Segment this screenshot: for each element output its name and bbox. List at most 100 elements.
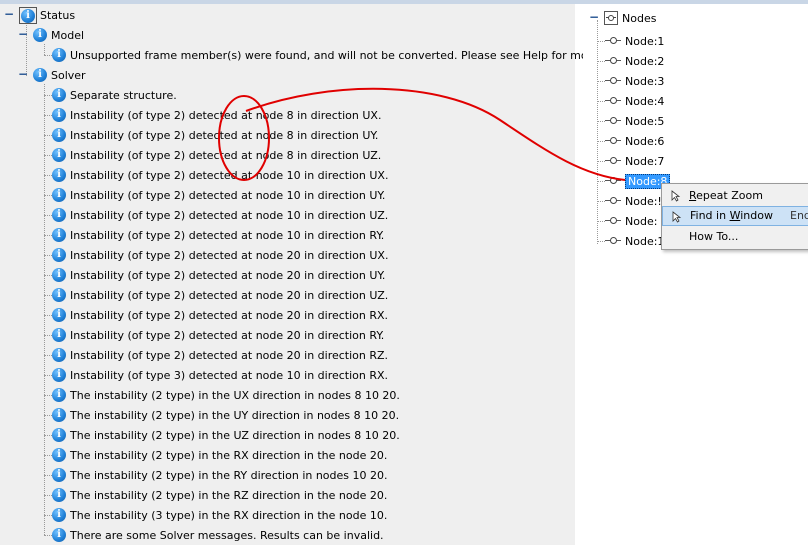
node-label: Node:1 (625, 35, 665, 48)
info-icon: i (52, 488, 66, 502)
tree-guide (597, 61, 605, 62)
tree-item-node[interactable]: Node:1 (605, 232, 664, 252)
tree-item-node[interactable]: Node:3 (605, 72, 664, 92)
tree-guide (44, 495, 52, 496)
tree-item-solver-message[interactable]: i Instability (of type 2) detected at nod… (52, 146, 381, 166)
info-icon: i (52, 468, 66, 482)
message-text: Instability (of type 2) detected at node… (70, 269, 386, 282)
info-icon: i (33, 68, 47, 82)
tree-guide (44, 195, 52, 196)
info-icon: i (52, 428, 66, 442)
tree-guide (44, 235, 52, 236)
tree-item-solver-message[interactable]: i Instability (of type 2) detected at nod… (52, 286, 388, 306)
tree-guide (44, 135, 52, 136)
tree-guide (44, 355, 52, 356)
context-menu: Repeat Zoom Selected Find in Window End … (661, 183, 808, 250)
info-icon: i (52, 328, 66, 342)
tree-guide (44, 115, 52, 116)
message-text: Instability (of type 2) detected at node… (70, 209, 389, 222)
tree-guide (44, 515, 52, 516)
tree-item-solver-message[interactable]: i Separate structure. (52, 86, 177, 106)
tree-item-solver-message[interactable]: i The instability (2 type) in the RZ dire… (52, 486, 387, 506)
message-text: Instability (of type 2) detected at node… (70, 149, 382, 162)
info-icon: i (52, 208, 66, 222)
tree-label: Solver (51, 69, 86, 82)
tree-item-solver-message[interactable]: i Instability (of type 2) detected at nod… (52, 106, 381, 126)
info-icon: i (19, 6, 37, 24)
tree-item-solver-message[interactable]: i The instability (2 type) in the RX dire… (52, 446, 387, 466)
tree-item-node[interactable]: Node:! (605, 192, 662, 212)
collapse-icon[interactable]: − (18, 68, 28, 80)
tree-item-node[interactable]: Node:1 (605, 32, 664, 52)
tree-item-node[interactable]: Node: (605, 212, 657, 232)
tree-guide (44, 535, 52, 536)
tree-item-solver-message[interactable]: i The instability (2 type) in the UX dire… (52, 386, 400, 406)
tree-item-node[interactable]: Node:4 (605, 92, 664, 112)
tree-item-solver-message[interactable]: i Instability (of type 3) detected at nod… (52, 366, 388, 386)
collapse-icon[interactable]: − (4, 8, 14, 20)
tree-item-solver-message[interactable]: i Instability (of type 2) detected at nod… (52, 326, 384, 346)
info-icon: i (52, 128, 66, 142)
collapse-icon[interactable]: − (18, 28, 28, 40)
tree-item-solver-message[interactable]: i Instability (of type 2) detected at nod… (52, 266, 385, 286)
node-icon (605, 236, 621, 246)
collapse-icon[interactable]: − (589, 11, 599, 23)
message-text: Instability (of type 2) detected at node… (70, 329, 385, 342)
tree-item-solver-message[interactable]: i Instability (of type 2) detected at nod… (52, 246, 388, 266)
menu-label: How To... (689, 230, 739, 243)
tree-guide (44, 375, 52, 376)
message-text: Instability (of type 2) detected at node… (70, 309, 389, 322)
message-text: The instability (2 type) in the RY direc… (70, 469, 388, 482)
node-icon (605, 196, 621, 206)
tree-item-solver-message[interactable]: i The instability (2 type) in the RY dire… (52, 466, 388, 486)
tree-item-solver-message[interactable]: i Instability (of type 2) detected at nod… (52, 126, 378, 146)
tree-guide (597, 241, 605, 242)
tree-item-solver-message[interactable]: i The instability (2 type) in the UZ dire… (52, 426, 400, 446)
tree-item-node[interactable]: Node:5 (605, 112, 664, 132)
info-icon: i (52, 528, 66, 542)
info-icon: i (52, 348, 66, 362)
tree-item-solver-message[interactable]: i The instability (3 type) in the RX dire… (52, 506, 387, 526)
tree-item-model-message[interactable]: i Unsupported frame member(s) were found,… (52, 46, 669, 66)
menu-label-pre: Find in (690, 209, 730, 222)
menu-item-how-to[interactable]: How To... (662, 227, 808, 247)
message-text: Instability (of type 2) detected at node… (70, 109, 382, 122)
info-icon: i (52, 308, 66, 322)
tree-guide (44, 255, 52, 256)
message-text: Instability (of type 3) detected at node… (70, 369, 389, 382)
tree-item-solver-message[interactable]: i There are some Solver messages. Results… (52, 526, 384, 546)
tree-guide (44, 315, 52, 316)
tree-guide (44, 435, 52, 436)
tree-item-node[interactable]: Node:7 (605, 152, 664, 172)
tree-guide (44, 455, 52, 456)
tree-item-node[interactable]: Node:6 (605, 132, 664, 152)
tree-item-solver-message[interactable]: i Instability (of type 2) detected at nod… (52, 206, 388, 226)
menu-item-find-in-window[interactable]: Find in Window End (662, 206, 808, 226)
message-text: Instability (of type 2) detected at node… (70, 129, 379, 142)
tree-guide (44, 275, 52, 276)
tree-guide (597, 141, 605, 142)
tree-label: Status (40, 9, 76, 22)
node-label: Node:1 (625, 235, 665, 248)
tree-item-solver-message[interactable]: i Instability (of type 2) detected at nod… (52, 226, 384, 246)
message-text: The instability (2 type) in the UX direc… (70, 389, 400, 402)
tree-guide (44, 84, 45, 535)
tree-item-solver-message[interactable]: i Instability (of type 2) detected at nod… (52, 166, 388, 186)
tree-item-solver-message[interactable]: i The instability (2 type) in the UY dire… (52, 406, 399, 426)
status-tree-panel[interactable]: − i Status − i Model i Unsupported frame me… (0, 4, 669, 546)
info-icon: i (52, 48, 66, 62)
tree-guide (597, 20, 598, 244)
tree-item-solver-message[interactable]: i Instability (of type 2) detected at nod… (52, 186, 385, 206)
tree-item-solver-message[interactable]: i Instability (of type 2) detected at nod… (52, 306, 388, 326)
menu-item-repeat-zoom-selected[interactable]: Repeat Zoom Selected (662, 186, 808, 222)
node-icon (605, 36, 621, 46)
tree-item-solver-message[interactable]: i Instability (of type 2) detected at nod… (52, 346, 388, 366)
tree-guide (597, 101, 605, 102)
message-text: The instability (2 type) in the UY direc… (70, 409, 400, 422)
info-icon: i (33, 28, 47, 42)
tree-guide (44, 175, 52, 176)
node-label: Node:3 (625, 75, 665, 88)
tree-item-node[interactable]: Node:2 (605, 52, 664, 72)
node-label: Node:4 (625, 95, 665, 108)
message-text: There are some Solver messages. Results … (70, 529, 384, 542)
